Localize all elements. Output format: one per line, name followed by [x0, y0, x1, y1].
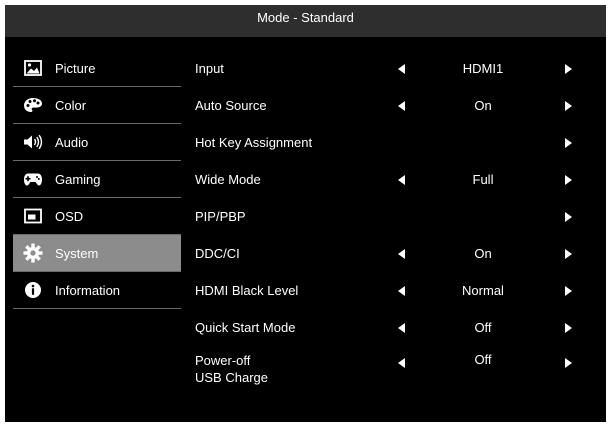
sidebar-item-label: Audio — [55, 134, 89, 150]
sidebar-item-audio[interactable]: Audio — [13, 124, 181, 161]
right-arrow-icon[interactable] — [565, 248, 572, 259]
gear-icon — [23, 243, 43, 263]
sidebar-item-label: System — [55, 245, 99, 261]
setting-row-auto-source[interactable]: Auto Source On — [195, 87, 595, 124]
setting-value: Normal — [462, 283, 504, 298]
setting-row-wide-mode[interactable]: Wide Mode Full — [195, 161, 595, 198]
setting-row-power-off-usb-charge[interactable]: Power-off USB Charge Off — [195, 346, 595, 400]
setting-label: Quick Start Mode — [195, 320, 296, 335]
setting-value: Off — [474, 352, 492, 367]
setting-label: Power-off USB Charge — [195, 352, 375, 386]
sidebar-item-gaming[interactable]: Gaming — [13, 161, 181, 198]
right-arrow-icon[interactable] — [565, 63, 572, 74]
sidebar-item-picture[interactable]: Picture — [13, 50, 181, 87]
setting-row-quick-start-mode[interactable]: Quick Start Mode Off — [195, 309, 595, 346]
sidebar-item-system[interactable]: System — [13, 235, 181, 272]
right-arrow-icon[interactable] — [565, 358, 572, 368]
setting-row-hot-key-assignment[interactable]: Hot Key Assignment — [195, 124, 595, 161]
left-arrow-icon[interactable] — [398, 358, 405, 368]
setting-label-line1: Power-off — [195, 353, 251, 368]
sidebar-item-label: Picture — [55, 60, 96, 76]
left-arrow-icon[interactable] — [398, 322, 405, 333]
sidebar: Picture Color Audio Gaming OSD System In… — [13, 50, 181, 309]
setting-label-line2: USB Charge — [195, 370, 268, 385]
setting-label: DDC/CI — [195, 246, 240, 261]
setting-row-pip-pbp[interactable]: PIP/PBP — [195, 198, 595, 235]
sidebar-item-color[interactable]: Color — [13, 87, 181, 124]
mode-title-bar: Mode - Standard — [5, 5, 606, 37]
sidebar-item-label: Gaming — [55, 171, 101, 187]
setting-label: Hot Key Assignment — [195, 135, 313, 150]
mode-title: Mode - Standard — [257, 10, 354, 25]
setting-label: Auto Source — [195, 98, 267, 113]
right-arrow-icon[interactable] — [565, 137, 572, 148]
left-arrow-icon[interactable] — [398, 174, 405, 185]
sidebar-item-osd[interactable]: OSD — [13, 198, 181, 235]
palette-icon — [23, 95, 43, 115]
setting-row-ddc-ci[interactable]: DDC/CI On — [195, 235, 595, 272]
setting-value: Off — [474, 320, 492, 335]
right-arrow-icon[interactable] — [565, 211, 572, 222]
sidebar-item-information[interactable]: Information — [13, 272, 181, 309]
picture-icon — [23, 58, 43, 78]
setting-label: PIP/PBP — [195, 209, 246, 224]
left-arrow-icon[interactable] — [398, 100, 405, 111]
setting-value: On — [474, 246, 492, 261]
left-arrow-icon[interactable] — [398, 63, 405, 74]
setting-row-input[interactable]: Input HDMI1 — [195, 50, 595, 87]
left-arrow-icon[interactable] — [398, 248, 405, 259]
info-icon — [23, 280, 43, 300]
setting-value: On — [474, 98, 492, 113]
speaker-icon — [23, 132, 43, 152]
gamepad-icon — [23, 169, 43, 189]
right-arrow-icon[interactable] — [565, 100, 572, 111]
osd-menu: Mode - Standard Picture Color Audio Gami… — [5, 5, 606, 422]
settings-list: Input HDMI1 Auto Source On Hot Key Assig… — [195, 50, 595, 400]
sidebar-item-label: Information — [55, 282, 121, 298]
setting-label: Wide Mode — [195, 172, 261, 187]
osd-icon — [23, 206, 43, 226]
right-arrow-icon[interactable] — [565, 174, 572, 185]
setting-label: Input — [195, 61, 224, 76]
left-arrow-icon[interactable] — [398, 285, 405, 296]
right-arrow-icon[interactable] — [565, 285, 572, 296]
setting-value: Full — [472, 172, 494, 187]
right-arrow-icon[interactable] — [565, 322, 572, 333]
setting-row-hdmi-black-level[interactable]: HDMI Black Level Normal — [195, 272, 595, 309]
setting-value: HDMI1 — [462, 61, 504, 76]
setting-label: HDMI Black Level — [195, 283, 299, 298]
sidebar-item-label: OSD — [55, 208, 84, 224]
sidebar-item-label: Color — [55, 97, 87, 113]
